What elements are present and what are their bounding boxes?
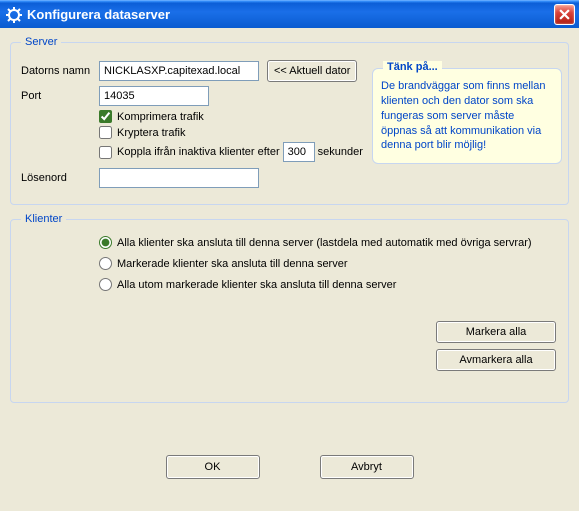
port-input[interactable] [99, 86, 209, 106]
disconnect-label-suffix: sekunder [318, 146, 363, 158]
clients-radio-marked[interactable] [99, 257, 112, 270]
window-title: Konfigurera dataserver [27, 7, 170, 22]
hint-box: Tänk på... De brandväggar som finns mell… [372, 68, 562, 164]
hint-legend: Tänk på... [383, 61, 442, 73]
computer-name-label: Datorns namn [21, 65, 99, 77]
clients-radio-all-label[interactable]: Alla klienter ska ansluta till denna ser… [117, 237, 532, 249]
clients-radio-marked-label[interactable]: Markerade klienter ska ansluta till denn… [117, 258, 348, 270]
klienter-legend: Klienter [21, 213, 66, 225]
disconnect-checkbox[interactable] [99, 146, 112, 159]
close-button[interactable] [554, 4, 575, 25]
encrypt-checkbox[interactable] [99, 126, 112, 139]
compress-checkbox[interactable] [99, 110, 112, 123]
computer-name-input[interactable] [99, 61, 259, 81]
titlebar: Konfigurera dataserver [0, 0, 579, 28]
cancel-button[interactable]: Avbryt [320, 455, 414, 479]
hint-text: De brandväggar som finns mellan klienten… [381, 79, 553, 153]
password-input[interactable] [99, 168, 259, 188]
klienter-group: Klienter Alla klienter ska ansluta till … [10, 213, 569, 403]
mark-all-button[interactable]: Markera alla [436, 321, 556, 343]
compress-label[interactable]: Komprimera trafik [117, 111, 204, 123]
clients-radio-except[interactable] [99, 278, 112, 291]
password-label: Lösenord [21, 172, 99, 184]
clients-radio-all[interactable] [99, 236, 112, 249]
unmark-all-button[interactable]: Avmarkera alla [436, 349, 556, 371]
encrypt-label[interactable]: Kryptera trafik [117, 127, 185, 139]
close-icon [559, 9, 570, 20]
clients-radio-except-label[interactable]: Alla utom markerade klienter ska ansluta… [117, 279, 396, 291]
server-legend: Server [21, 36, 61, 48]
disconnect-timeout-input[interactable] [283, 142, 315, 162]
port-label: Port [21, 90, 99, 102]
disconnect-label-prefix[interactable]: Koppla ifrån inaktiva klienter efter [117, 146, 280, 158]
app-gear-icon [6, 7, 22, 23]
server-group: Server Datorns namn << Aktuell dator Por… [10, 36, 569, 205]
current-computer-button[interactable]: << Aktuell dator [267, 60, 357, 82]
dialog-footer: OK Avbryt [10, 455, 569, 479]
ok-button[interactable]: OK [166, 455, 260, 479]
